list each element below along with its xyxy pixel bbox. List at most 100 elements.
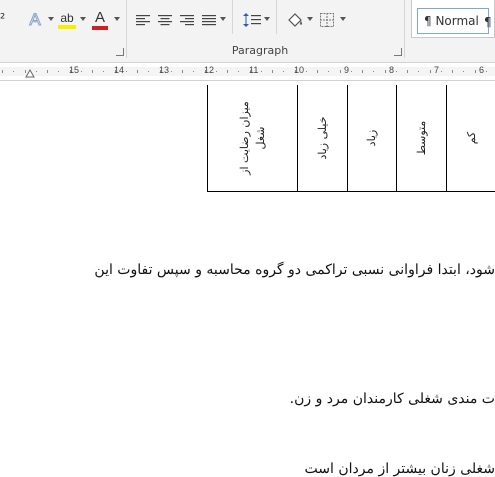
ruler-number: 8 xyxy=(389,65,395,75)
paint-bucket-icon xyxy=(288,13,302,27)
ruler-tick xyxy=(2,70,3,73)
ruler-tick xyxy=(137,70,138,73)
style-normal[interactable]: ¶ Normal xyxy=(417,8,489,34)
ruler-number: 6 xyxy=(479,65,485,75)
ruler-tick xyxy=(429,70,431,73)
document-page[interactable]: میزان رضایت از شغل خیلی زیاد زیاد متوسط … xyxy=(0,81,495,477)
ribbon-divider xyxy=(404,0,405,58)
ruler-number: 9 xyxy=(344,65,350,75)
table-header-cell[interactable]: خیلی زیاد xyxy=(298,85,348,191)
paragraph-group-launcher-icon[interactable] xyxy=(394,48,402,56)
ruler-tick xyxy=(350,71,352,72)
ruler-tick xyxy=(339,70,341,73)
ruler-tick xyxy=(260,71,262,72)
ruler-tick xyxy=(440,71,442,72)
align-left-icon xyxy=(136,15,150,26)
table-header-cell[interactable]: میزان رضایت از شغل xyxy=(208,85,298,191)
text-effects-icon: A xyxy=(29,10,41,30)
ruler-number: 7 xyxy=(434,65,440,75)
indent-marker-icon[interactable] xyxy=(25,69,35,79)
table-header-text: میزان رضایت از شغل xyxy=(237,101,267,175)
text-effects-dropdown-icon[interactable] xyxy=(48,17,54,21)
ruler-tick xyxy=(317,70,318,73)
ruler-tick xyxy=(13,71,15,72)
ruler-tick xyxy=(47,70,48,73)
ruler-tick xyxy=(215,71,217,72)
ruler-tick xyxy=(272,70,273,73)
paragraph-text[interactable]: شود، ابتدا فراوانی نسبی تراکمی دو گروه م… xyxy=(94,262,495,278)
style-next-pilcrow[interactable]: ¶ xyxy=(484,15,492,29)
borders-dropdown-icon[interactable] xyxy=(340,17,346,21)
ruler-tick xyxy=(92,70,93,73)
table-header-text: خیلی زیاد xyxy=(315,116,329,160)
font-color-icon: A xyxy=(94,9,105,26)
styles-gallery: ¶ Normal xyxy=(411,0,495,38)
align-center-icon xyxy=(158,15,172,26)
font-group-launcher-icon[interactable] xyxy=(116,48,124,56)
line-spacing-button[interactable] xyxy=(241,8,263,32)
ribbon-divider xyxy=(276,0,277,34)
ruler-tick xyxy=(485,71,487,72)
ruler-tick xyxy=(362,70,363,73)
align-left-button[interactable] xyxy=(134,8,152,32)
ruler-tick xyxy=(182,70,183,73)
ruler-tick xyxy=(463,71,465,72)
ruler-number: 12 xyxy=(204,65,215,75)
borders-button[interactable] xyxy=(317,8,337,32)
highlight-button[interactable]: ab xyxy=(55,8,79,32)
table-header-text: کم xyxy=(464,131,478,145)
highlight-color-bar xyxy=(58,25,76,29)
ruler-number: 14 xyxy=(114,65,125,75)
ruler-number: 10 xyxy=(294,65,305,75)
ruler-tick xyxy=(395,71,397,72)
ruler-tick xyxy=(227,70,228,73)
table-header-text: متوسط xyxy=(414,120,428,156)
ribbon-divider xyxy=(126,0,127,58)
align-center-button[interactable] xyxy=(156,8,174,32)
highlight-dropdown-icon[interactable] xyxy=(80,17,86,21)
ruler-tick xyxy=(103,71,105,72)
font-color-button[interactable]: A xyxy=(88,8,112,32)
table-header-text: زیاد xyxy=(365,129,378,147)
paragraph-group-label: Paragraph xyxy=(231,44,289,57)
shading-button[interactable] xyxy=(284,8,306,32)
ruler-tick xyxy=(238,71,240,72)
ribbon: ² A ab A Paragraph ¶ Normal ¶ xyxy=(0,0,495,63)
table-header-cell[interactable]: متوسط xyxy=(397,85,447,191)
ruler-tick xyxy=(418,71,420,72)
data-table: میزان رضایت از شغل خیلی زیاد زیاد متوسط … xyxy=(207,85,495,192)
ruler-tick xyxy=(283,71,285,72)
paragraph-text[interactable]: شغلی زنان بیشتر از مردان است xyxy=(305,461,495,477)
ruler-tick xyxy=(474,70,476,73)
line-spacing-dropdown-icon[interactable] xyxy=(264,17,270,21)
font-color-dropdown-icon[interactable] xyxy=(114,17,120,21)
ruler-number: 13 xyxy=(159,65,170,75)
align-right-icon xyxy=(180,15,194,26)
ruler-tick xyxy=(373,71,375,72)
text-effects-button[interactable]: A xyxy=(24,8,46,32)
horizontal-ruler[interactable]: 15 14 13 12 11 10 9 8 7 6 xyxy=(0,63,495,81)
justify-icon xyxy=(202,15,216,26)
ruler-tick xyxy=(35,71,37,72)
shading-dropdown-icon[interactable] xyxy=(307,17,313,21)
ruler-tick xyxy=(80,71,82,72)
font-color-bar xyxy=(92,26,108,30)
paragraph-text[interactable]: ت مندی شغلی کارمندان مرد و زن. xyxy=(290,391,495,407)
ruler-number: 15 xyxy=(69,65,80,75)
ruler-tick xyxy=(407,70,408,73)
highlight-icon: ab xyxy=(60,11,74,25)
ruler-tick xyxy=(148,71,150,72)
ruler-number: 11 xyxy=(249,65,259,75)
table-header-cell[interactable]: زیاد xyxy=(348,85,397,191)
ruler-tick xyxy=(193,71,195,72)
ruler-tick xyxy=(125,71,127,72)
borders-icon xyxy=(320,13,334,27)
superscript-fragment[interactable]: ² xyxy=(0,12,5,27)
justify-dropdown-icon[interactable] xyxy=(220,17,226,21)
justify-button[interactable] xyxy=(200,8,218,32)
ruler-tick xyxy=(58,71,60,72)
align-right-button[interactable] xyxy=(178,8,196,32)
ruler-tick xyxy=(170,71,172,72)
ruler-tick xyxy=(452,70,453,73)
table-header-cell[interactable]: کم xyxy=(447,85,495,191)
